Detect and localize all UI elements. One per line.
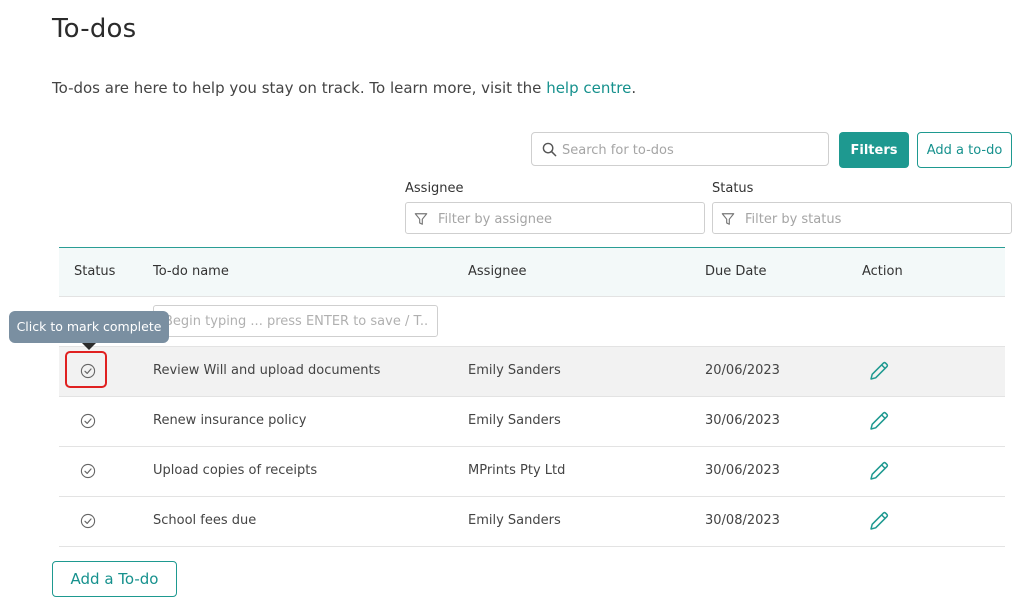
column-header-due-date[interactable]: Due Date bbox=[705, 264, 766, 279]
table-header: Status To-do name Assignee Due Date Acti… bbox=[59, 247, 1005, 297]
add-todo-button[interactable]: Add a to-do bbox=[917, 132, 1012, 168]
todo-assignee: Emily Sanders bbox=[468, 413, 561, 428]
status-filter-label: Status bbox=[712, 181, 754, 196]
column-header-assignee[interactable]: Assignee bbox=[468, 264, 527, 279]
todo-assignee: MPrints Pty Ltd bbox=[468, 463, 566, 478]
todo-name[interactable]: Upload copies of receipts bbox=[153, 463, 317, 478]
table-row: Review Will and upload documents Emily S… bbox=[59, 347, 1005, 397]
assignee-filter-input[interactable] bbox=[436, 204, 700, 234]
search-input[interactable] bbox=[560, 134, 826, 166]
table-row: School fees due Emily Sanders 30/08/2023 bbox=[59, 497, 1005, 547]
todo-due-date: 30/08/2023 bbox=[705, 513, 780, 528]
filter-icon bbox=[721, 213, 735, 225]
new-todo-row bbox=[59, 297, 1005, 347]
intro-text-body: To-dos are here to help you stay on trac… bbox=[52, 79, 547, 97]
todo-assignee: Emily Sanders bbox=[468, 513, 561, 528]
tooltip-arrow bbox=[82, 343, 96, 350]
todo-name[interactable]: School fees due bbox=[153, 513, 256, 528]
todo-assignee: Emily Sanders bbox=[468, 363, 561, 378]
check-circle-icon[interactable] bbox=[80, 413, 96, 429]
column-header-name[interactable]: To-do name bbox=[153, 264, 229, 279]
help-centre-link[interactable]: help centre bbox=[546, 79, 631, 97]
pencil-icon[interactable] bbox=[867, 359, 891, 383]
new-todo-input[interactable] bbox=[153, 305, 438, 337]
add-todo-bottom-button[interactable]: Add a To-do bbox=[52, 561, 177, 597]
check-circle-icon[interactable] bbox=[80, 463, 96, 479]
todo-due-date: 30/06/2023 bbox=[705, 413, 780, 428]
pencil-icon[interactable] bbox=[867, 409, 891, 433]
pencil-icon[interactable] bbox=[867, 459, 891, 483]
assignee-filter-label: Assignee bbox=[405, 181, 464, 196]
check-circle-icon[interactable] bbox=[80, 513, 96, 529]
filters-button[interactable]: Filters bbox=[839, 132, 909, 168]
table-row: Upload copies of receipts MPrints Pty Lt… bbox=[59, 447, 1005, 497]
column-header-action: Action bbox=[862, 264, 903, 279]
mark-complete-tooltip: Click to mark complete bbox=[9, 311, 169, 343]
intro-text: To-dos are here to help you stay on trac… bbox=[52, 79, 636, 97]
filter-icon bbox=[414, 213, 428, 225]
todo-name[interactable]: Renew insurance policy bbox=[153, 413, 306, 428]
page-title: To-dos bbox=[52, 14, 137, 44]
pencil-icon[interactable] bbox=[867, 509, 891, 533]
intro-text-end: . bbox=[631, 79, 637, 97]
check-circle-icon[interactable] bbox=[80, 363, 96, 379]
search-icon bbox=[542, 142, 557, 157]
search-box[interactable] bbox=[531, 132, 829, 166]
status-filter[interactable] bbox=[712, 202, 1012, 234]
column-header-status[interactable]: Status bbox=[74, 264, 115, 279]
todo-name[interactable]: Review Will and upload documents bbox=[153, 363, 380, 378]
todo-due-date: 20/06/2023 bbox=[705, 363, 780, 378]
table-row: Renew insurance policy Emily Sanders 30/… bbox=[59, 397, 1005, 447]
status-filter-input[interactable] bbox=[743, 204, 1007, 234]
assignee-filter[interactable] bbox=[405, 202, 705, 234]
todo-due-date: 30/06/2023 bbox=[705, 463, 780, 478]
